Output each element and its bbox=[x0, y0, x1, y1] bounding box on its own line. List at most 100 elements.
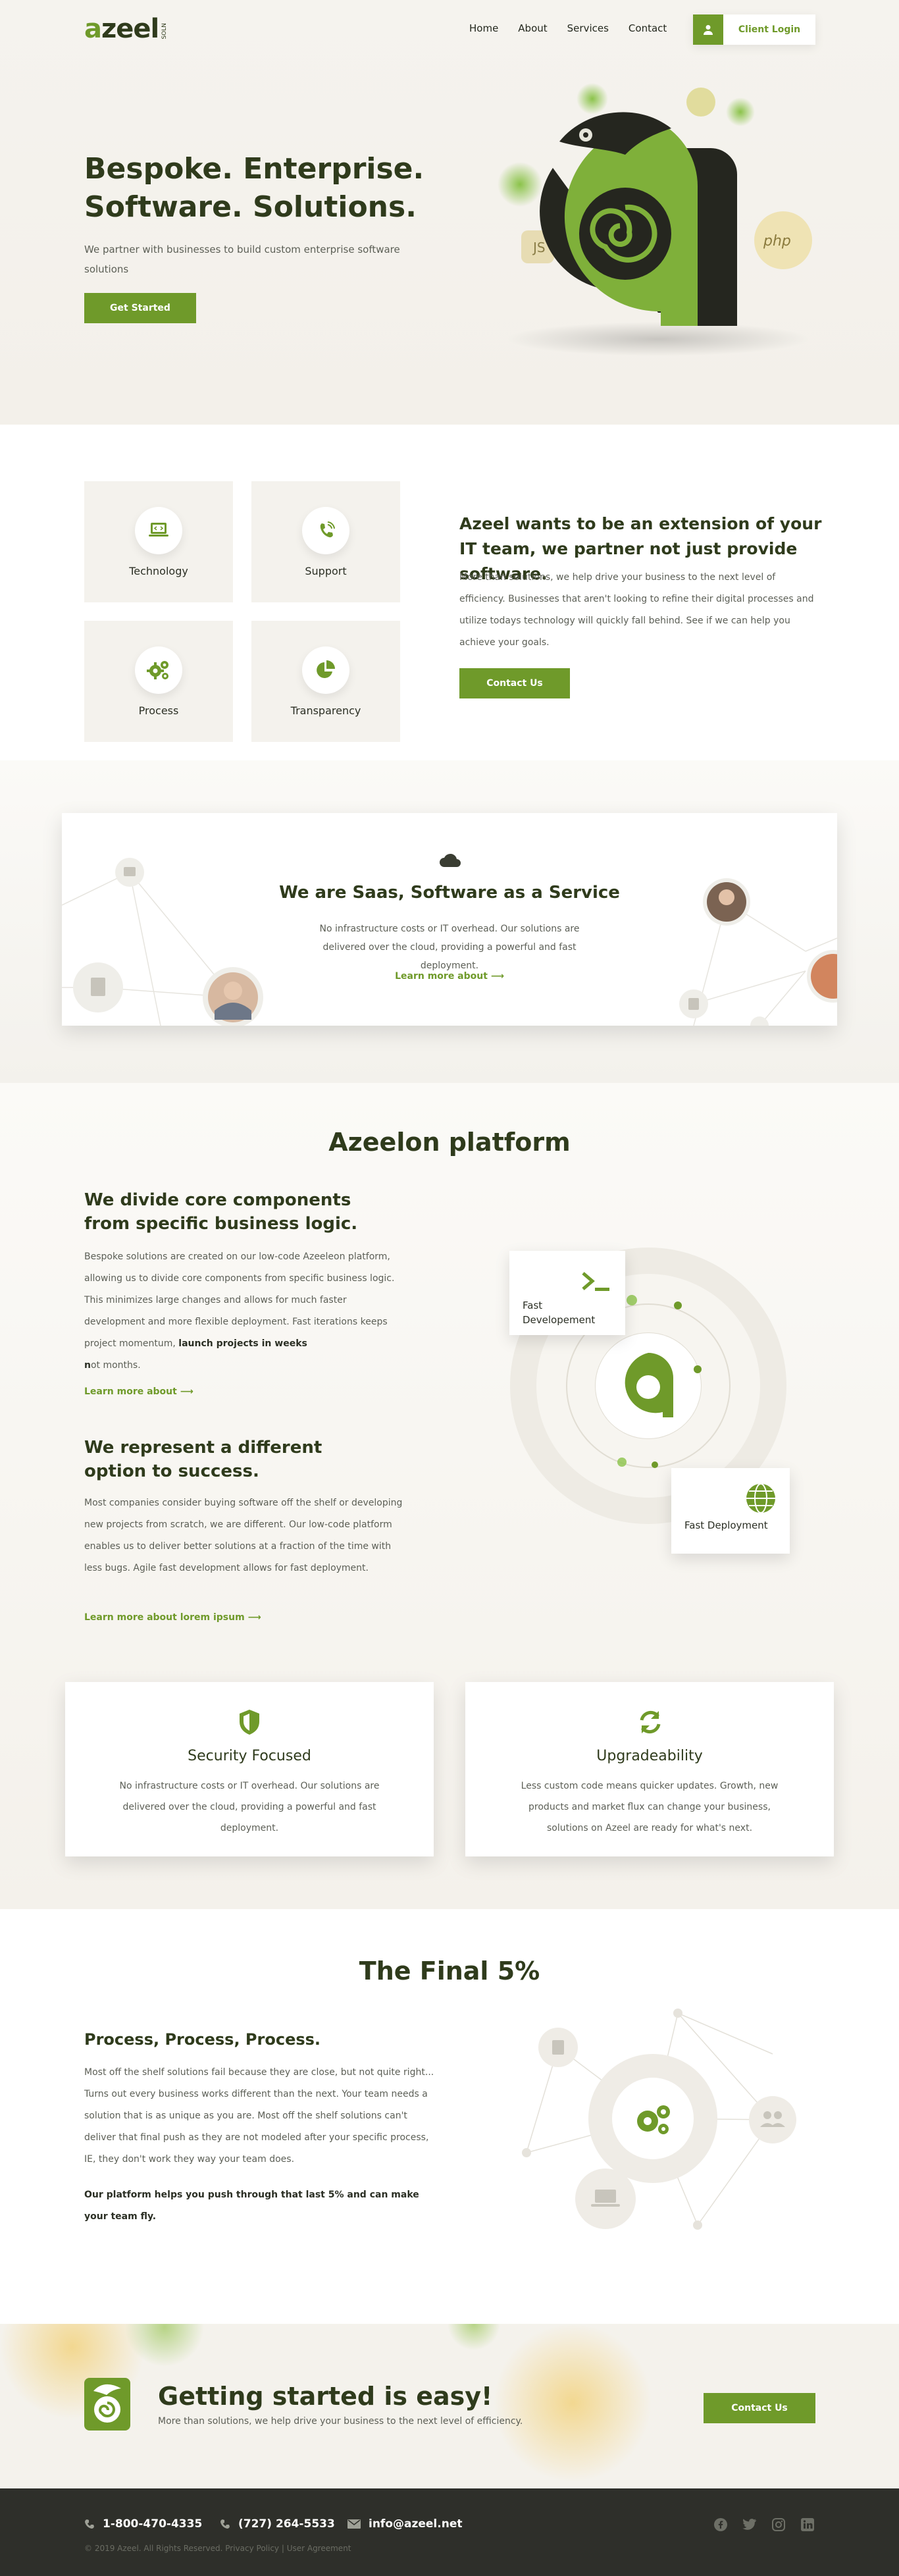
azeel-logo-icon bbox=[84, 2378, 130, 2431]
fast-deployment-label: Fast Deployment bbox=[684, 1519, 768, 1531]
phone-link-1[interactable]: 1-800-470-4335 bbox=[84, 2517, 202, 2531]
gears-icon bbox=[135, 646, 182, 694]
instagram-icon[interactable] bbox=[771, 2517, 786, 2532]
hero-title-line1: Bespoke. Enterprise. bbox=[84, 152, 424, 186]
cloud-icon bbox=[440, 853, 461, 867]
learn-more-label: Learn more about bbox=[395, 971, 488, 982]
tile-label: Technology bbox=[129, 564, 188, 577]
laptop-code-icon bbox=[135, 506, 182, 554]
phone-volume-icon bbox=[302, 506, 349, 554]
upgradeability-card: Upgradeability Less custom code means qu… bbox=[465, 1682, 834, 1856]
block1-learn-more-link[interactable]: Learn more about ⟶ bbox=[84, 1386, 193, 1397]
platform-title: Azeelon platform bbox=[328, 1128, 571, 1157]
features-section: Technology Support Process Transparency … bbox=[0, 425, 899, 760]
hero-section: azeel SOLN Home About Services Contact C… bbox=[0, 0, 899, 425]
upgradeability-title: Upgradeability bbox=[596, 1748, 703, 1764]
globe-icon bbox=[746, 1483, 775, 1513]
hero-illustration: JS php bbox=[498, 83, 812, 356]
final-title: The Final 5% bbox=[359, 1957, 540, 1985]
nav-services[interactable]: Services bbox=[567, 22, 609, 34]
final-bold-statement: Our platform helps you push through that… bbox=[84, 2190, 419, 2222]
twitter-icon[interactable] bbox=[742, 2517, 757, 2532]
final-subtitle: Process, Process, Process. bbox=[84, 2030, 321, 2049]
phone-1-text: 1-800-470-4335 bbox=[103, 2517, 203, 2531]
fast-development-card: Fast Developement bbox=[509, 1251, 625, 1335]
arrow-right-icon: ⟶ bbox=[247, 1612, 261, 1623]
cta-section: Getting started is easy! More than solut… bbox=[0, 2324, 899, 2488]
laptop-icon bbox=[591, 2190, 620, 2207]
block1-bold: launch projects in weeks bbox=[178, 1338, 307, 1349]
saas-card: We are Saas, Software as a Service No in… bbox=[62, 813, 837, 1026]
block1-body: Bespoke solutions are created on our low… bbox=[84, 1246, 407, 1377]
client-login-button[interactable]: Client Login bbox=[693, 14, 815, 45]
block1-title: We divide core components from specific … bbox=[84, 1190, 358, 1234]
saas-section: We are Saas, Software as a Service No in… bbox=[0, 760, 899, 1083]
tile-technology[interactable]: Technology bbox=[84, 481, 233, 602]
folder-icon bbox=[124, 867, 136, 876]
network-diagram bbox=[522, 2009, 796, 2230]
fast-development-label: Fast Developement bbox=[523, 1300, 596, 1326]
extension-body: More than solutions, we help drive your … bbox=[459, 572, 814, 648]
user-icon bbox=[693, 14, 723, 45]
cta-title: Getting started is easy! bbox=[158, 2382, 493, 2411]
fast-deployment-card: Fast Deployment bbox=[671, 1468, 790, 1554]
final-body: Most off the shelf solutions fail becaus… bbox=[84, 2067, 434, 2165]
block1-tail-bold: n bbox=[84, 1360, 91, 1371]
main-nav: Home About Services Contact bbox=[469, 22, 667, 34]
block1-text: Bespoke solutions are created on our low… bbox=[84, 1251, 395, 1349]
tile-label: Process bbox=[138, 704, 179, 717]
envelope-icon bbox=[347, 2519, 361, 2529]
logo[interactable]: azeel SOLN bbox=[84, 16, 168, 42]
social-links bbox=[713, 2517, 815, 2532]
security-card: Security Focused No infrastructure costs… bbox=[65, 1682, 434, 1856]
platform-section: Azeelon platform We divide core componen… bbox=[0, 1083, 899, 1909]
saas-title: We are Saas, Software as a Service bbox=[279, 883, 620, 903]
email-text: info@azeel.net bbox=[369, 2517, 463, 2531]
logo-wordmark: azeel bbox=[84, 14, 159, 44]
hero-title-line2: Software. Solutions. bbox=[84, 190, 417, 224]
arrow-right-icon: ⟶ bbox=[180, 1386, 193, 1397]
logo-subtext: SOLN bbox=[161, 23, 168, 39]
contact-us-button[interactable]: Contact Us bbox=[459, 668, 570, 698]
refresh-icon bbox=[640, 1710, 661, 1734]
tile-process[interactable]: Process bbox=[84, 621, 233, 742]
nav-about[interactable]: About bbox=[518, 22, 547, 34]
client-login-label: Client Login bbox=[738, 24, 801, 35]
nav-contact[interactable]: Contact bbox=[629, 22, 667, 34]
block2-learn-more-link[interactable]: Learn more about lorem ipsum ⟶ bbox=[84, 1612, 261, 1623]
nav-home[interactable]: Home bbox=[469, 22, 498, 34]
cta-contact-button[interactable]: Contact Us bbox=[704, 2393, 815, 2423]
terminal-icon bbox=[582, 1272, 609, 1291]
hero-description: We partner with businesses to build cust… bbox=[84, 244, 400, 275]
facebook-icon[interactable] bbox=[713, 2517, 728, 2532]
security-body: No infrastructure costs or IT overhead. … bbox=[119, 1781, 380, 1833]
site-footer: 1-800-470-4335 (727) 264-5533 info@azeel… bbox=[0, 2488, 899, 2576]
pie-chart-icon bbox=[302, 646, 349, 694]
block2-link-label: Learn more about lorem ipsum bbox=[84, 1612, 245, 1623]
upgradeability-body: Less custom code means quicker updates. … bbox=[521, 1781, 779, 1833]
copyright-text: © 2019 Azeel. All Rights Reserved. Priva… bbox=[84, 2544, 351, 2553]
get-started-button[interactable]: Get Started bbox=[84, 293, 196, 323]
document-icon bbox=[552, 2040, 564, 2055]
hero-title: Bespoke. Enterprise. Software. Solutions… bbox=[84, 150, 453, 226]
block1-tail: ot months. bbox=[90, 1360, 141, 1371]
block2-title: We represent a different option to succe… bbox=[84, 1438, 322, 1481]
block2-body: Most companies consider buying software … bbox=[84, 1498, 403, 1573]
php-badge: php bbox=[763, 233, 791, 250]
cta-subtitle: More than solutions, we help drive your … bbox=[158, 2416, 523, 2427]
phone-link-2[interactable]: (727) 264-5533 bbox=[220, 2517, 335, 2531]
phone-2-text: (727) 264-5533 bbox=[238, 2517, 335, 2531]
final-section: The Final 5% Process, Process, Process. … bbox=[0, 1909, 899, 2324]
linkedin-icon[interactable] bbox=[800, 2517, 815, 2532]
phone-icon bbox=[85, 2519, 94, 2529]
email-link[interactable]: info@azeel.net bbox=[347, 2517, 462, 2531]
shield-icon bbox=[240, 1710, 259, 1735]
tile-label: Transparency bbox=[290, 704, 361, 717]
copy-icon bbox=[688, 998, 699, 1010]
tile-support[interactable]: Support bbox=[251, 481, 400, 602]
tile-label: Support bbox=[305, 564, 347, 577]
learn-more-link[interactable]: Learn more about ⟶ bbox=[62, 971, 837, 982]
tile-transparency[interactable]: Transparency bbox=[251, 621, 400, 742]
block1-link-label: Learn more about bbox=[84, 1386, 177, 1397]
security-title: Security Focused bbox=[188, 1748, 311, 1764]
